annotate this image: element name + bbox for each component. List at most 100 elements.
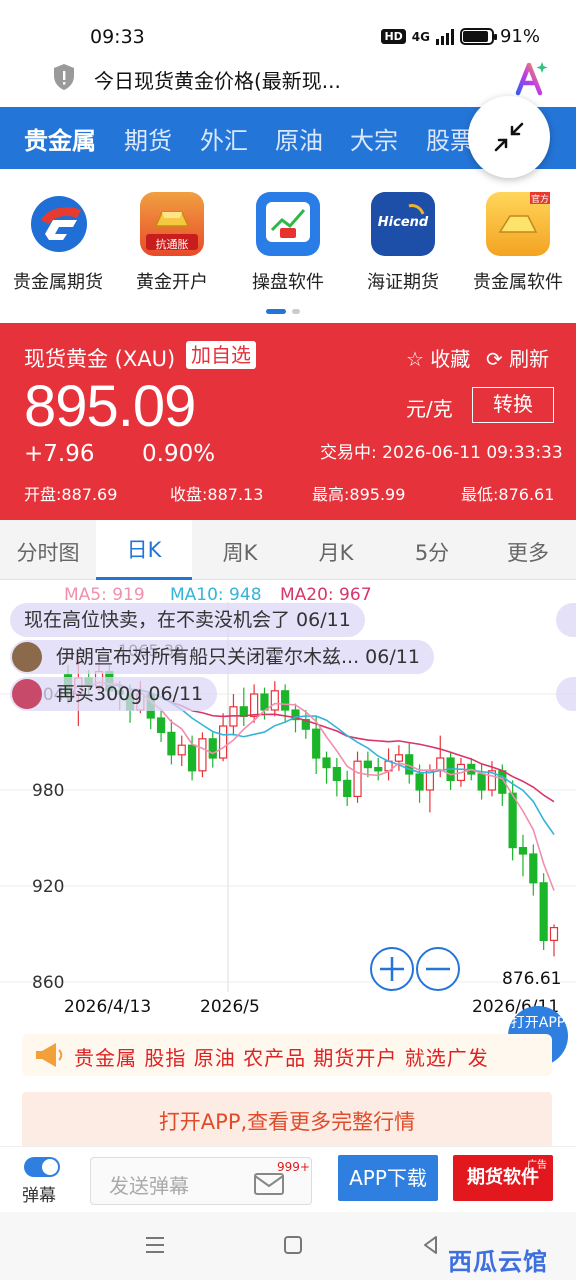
price-unit: 元/克 <box>406 397 453 421</box>
stat-close: 收盘:887.13 <box>170 485 264 504</box>
y-tick-label: 980 <box>32 781 64 801</box>
candle-body <box>177 744 186 756</box>
tab-more[interactable]: 更多 <box>480 537 576 567</box>
zoom-out-button[interactable] <box>416 947 460 991</box>
page-title[interactable]: 今日现货黄金价格(最新现... <box>94 65 341 94</box>
tab-guijinshu[interactable]: 贵金属 <box>24 121 96 156</box>
danmu-text: 再买300g 06/11 <box>56 683 204 705</box>
ai-assistant-icon[interactable] <box>512 59 550 97</box>
refresh-button[interactable]: ⟳ 刷新 <box>486 343 549 372</box>
candle-body <box>518 847 528 855</box>
candle-body <box>312 728 321 759</box>
trade-status: 交易中: 2026-06-11 09:33:33 <box>320 443 563 463</box>
guijinshu-futures-icon[interactable] <box>27 192 91 256</box>
candle-body <box>260 693 269 711</box>
tab-futures[interactable]: 期货 <box>124 121 172 156</box>
battery-percent: 91% <box>499 26 540 47</box>
tab-intraday[interactable]: 分时图 <box>0 537 96 567</box>
instrument-name: 现货黄金 (XAU) <box>24 347 176 371</box>
danmu-toggle[interactable] <box>24 1157 60 1177</box>
system-nav-bar: 西瓜云馆 <box>0 1212 576 1280</box>
candle-body <box>415 773 424 791</box>
minimize-window-button[interactable] <box>468 96 550 178</box>
period-tabs: 分时图 日K 周K 月K 5分 更多 <box>0 520 576 580</box>
low-price-label: 876.61 <box>502 969 561 989</box>
x-tick-label: 2026/5 <box>200 997 260 1017</box>
tab-commodities[interactable]: 大宗 <box>350 121 398 156</box>
candle-body <box>539 882 548 941</box>
candle-body <box>353 760 362 797</box>
tab-crude-oil[interactable]: 原油 <box>275 121 323 156</box>
gold-badge-label: 抗通胀 <box>155 238 189 251</box>
shield-icon[interactable] <box>52 63 76 91</box>
candle-body <box>187 744 197 772</box>
candle-body <box>198 738 207 772</box>
candle-body <box>343 779 352 797</box>
shrink-arrows-icon <box>494 122 524 152</box>
message-count: 999+ <box>277 1160 310 1174</box>
favorite-button[interactable]: ☆ 收藏 <box>406 343 470 372</box>
tab-monthly-k[interactable]: 月K <box>288 537 384 567</box>
hd-icon: HD <box>381 29 406 44</box>
danmu-input[interactable]: 发送弹幕 999+ <box>90 1157 312 1205</box>
app-label-trading-software[interactable]: 操盘软件 <box>223 268 353 294</box>
network-type: 4G <box>411 29 430 44</box>
y-tick-label: 920 <box>32 877 64 897</box>
tab-5min[interactable]: 5分 <box>384 537 480 567</box>
ad-banner-text: 贵金属 股指 原油 农产品 期货开户 就选广发 <box>74 1046 489 1070</box>
app-label-guijinshu-futures[interactable]: 贵金属期货 <box>0 268 123 294</box>
danmu-message[interactable]: 现在高位快卖，在不卖没机会了 06/11 <box>10 603 365 637</box>
official-badge-label: 官方 <box>530 195 549 205</box>
ad-tag: 广告 <box>527 1160 547 1171</box>
battery-icon <box>459 28 497 45</box>
price-change-percent: 0.90% <box>142 441 216 467</box>
tab-stocks[interactable]: 股票 <box>426 121 474 156</box>
tab-forex[interactable]: 外汇 <box>200 121 248 156</box>
app-label-gold-account[interactable]: 黄金开户 <box>107 268 237 294</box>
candle-body <box>332 767 341 782</box>
signal-icon <box>435 28 454 45</box>
tab-daily-k[interactable]: 日K <box>96 520 192 580</box>
candle-body <box>374 767 383 772</box>
hicend-badge-label: Hicend <box>377 215 429 230</box>
gold-software-icon[interactable]: 官方 <box>486 192 550 256</box>
stat-low: 最低:876.61 <box>461 485 555 504</box>
app-download-button[interactable]: APP下载 <box>338 1155 438 1201</box>
app-label-haizheng-futures[interactable]: 海证期货 <box>338 268 468 294</box>
app-label-gold-software[interactable]: 贵金属软件 <box>453 268 576 294</box>
stat-open: 开盘:887.69 <box>24 485 118 504</box>
candle-body <box>208 738 217 759</box>
open-app-banner-text: 打开APP,查看更多完整行情 <box>158 1110 416 1134</box>
hicend-icon[interactable]: Hicend <box>371 192 435 256</box>
convert-button[interactable]: 转换 <box>472 387 554 423</box>
add-watchlist-button[interactable]: 加自选 <box>186 341 256 369</box>
refresh-icon: ⟳ <box>486 347 503 371</box>
candle-body <box>156 717 166 733</box>
home-icon[interactable] <box>282 1234 304 1256</box>
favorite-label: 收藏 <box>430 347 471 371</box>
avatar <box>12 679 42 709</box>
open-app-banner[interactable]: 打开APP,查看更多完整行情 <box>22 1092 552 1148</box>
candle-body <box>167 731 176 756</box>
tab-weekly-k[interactable]: 周K <box>192 537 288 567</box>
danmu-placeholder: 发送弹幕 <box>109 1174 189 1198</box>
zoom-in-button[interactable] <box>370 947 414 991</box>
avatar <box>12 642 42 672</box>
clock: 09:33 <box>90 26 145 48</box>
menu-icon[interactable] <box>144 1234 166 1256</box>
gold-bar-icon[interactable]: 抗通胀 <box>140 192 204 256</box>
candle-body <box>529 853 538 884</box>
refresh-label: 刷新 <box>509 347 550 371</box>
futures-ad-banner[interactable]: 贵金属 股指 原油 农产品 期货开户 就选广发 <box>22 1034 552 1076</box>
address-bar[interactable]: 今日现货黄金价格(最新现... <box>0 55 576 99</box>
current-price: 895.09 <box>24 374 196 439</box>
danmu-message[interactable]: 伊朗宣布对所有船只关闭霍尔木兹... 06/11 <box>10 640 434 674</box>
quote-panel: 现货黄金 (XAU) 加自选 ☆ 收藏 ⟳ 刷新 895.09 元/克 转换 +… <box>0 323 576 520</box>
trading-chart-icon[interactable] <box>256 192 320 256</box>
candle-body <box>508 792 517 849</box>
stat-high: 最高:895.99 <box>312 485 406 504</box>
plus-icon <box>380 957 404 981</box>
danmu-toggle-label: 弹幕 <box>22 1186 56 1206</box>
candle-body <box>219 725 228 759</box>
back-icon[interactable] <box>420 1234 442 1256</box>
